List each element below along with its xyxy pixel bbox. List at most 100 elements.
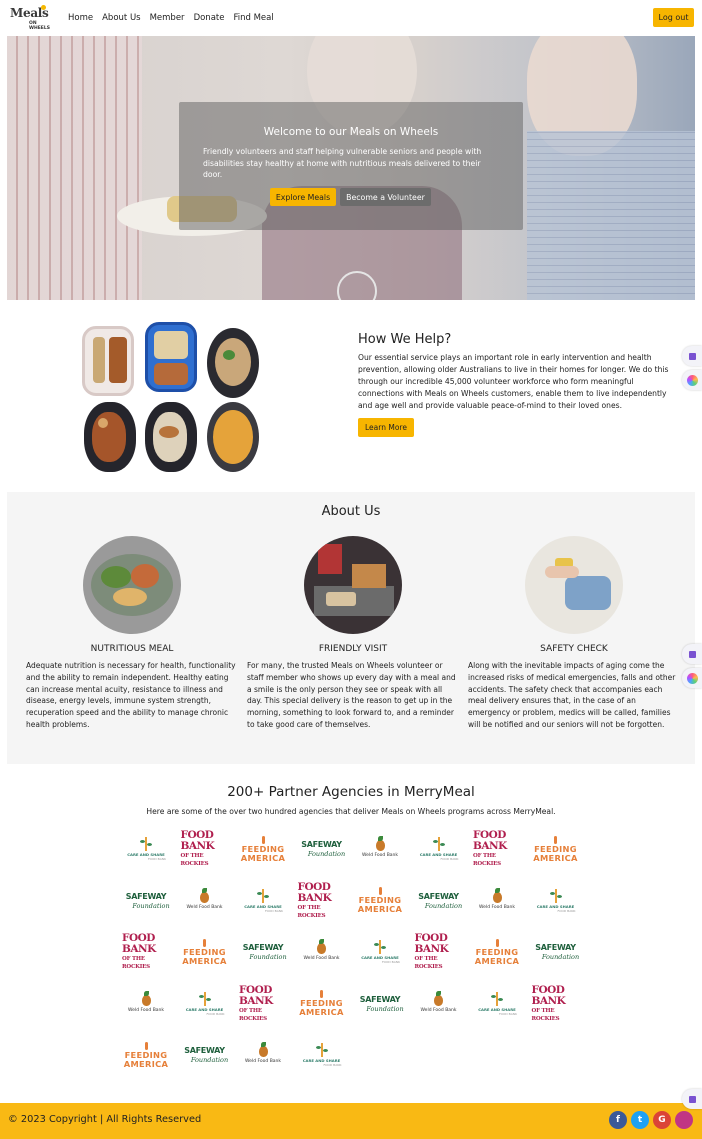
friendly-visit-heading: FRIENDLY VISIT <box>318 644 388 654</box>
hero-description: Friendly volunteers and staff helping vu… <box>203 147 482 179</box>
nav-link-donate[interactable]: Donate <box>194 13 225 23</box>
safeway-text: SAFEWAY <box>184 1046 225 1055</box>
meals-on-wheels-logo[interactable]: Meals ON WHEELS <box>10 5 58 31</box>
safeway-text: SAFEWAY <box>125 891 167 901</box>
side-reader-widget[interactable] <box>682 644 702 664</box>
weld-food-bank-text: Weld Food Bank <box>244 1059 281 1064</box>
america-text: AMERICA <box>357 904 403 914</box>
partner-logo-foodbank: FOOD BANK OF THE ROCKIES <box>298 880 346 922</box>
hero-overlay-card: Welcome to our Meals on Wheels Friendly … <box>179 102 523 230</box>
partner-logo-care: CARE AND SHARE FOOD BANK <box>415 828 463 870</box>
america-text: AMERICA <box>240 852 286 863</box>
partner-logo-feeding: FEEDING AMERICA <box>239 828 287 870</box>
nav-link-member[interactable]: Member <box>150 13 185 23</box>
partner-logo-foodbank: FOOD BANK OF THE ROCKIES <box>181 828 229 870</box>
nav-links: Home About Us Member Donate Find Meal <box>68 13 274 23</box>
care-and-share-icon <box>549 888 562 903</box>
partner-logo-care: CARE AND SHARE FOOD BANK <box>473 983 521 1025</box>
copyright-text: © 2023 Copyright | All Rights Reserved <box>8 1114 202 1125</box>
book-icon <box>688 1095 696 1103</box>
partner-logo-weld: Weld Food Bank <box>239 1034 287 1076</box>
weld-pumpkin-icon <box>258 1042 268 1057</box>
side-ai-widget[interactable] <box>682 370 702 390</box>
weld-food-bank-text: Weld Food Bank <box>361 853 398 858</box>
weld-pumpkin-icon <box>434 990 443 1006</box>
hero-title: Welcome to our Meals on Wheels <box>263 126 439 138</box>
about-us-section: About Us NUTRITIOUS MEAL Adequate nutrit… <box>7 492 695 764</box>
google-icon[interactable]: G <box>653 1111 671 1129</box>
care-and-share-subtext: FOOD BANK <box>440 857 459 861</box>
food-bank-text: FOOD BANK <box>473 829 507 852</box>
care-and-share-subtext: FOOD BANK <box>147 857 166 861</box>
partner-logo-feeding: FEEDING AMERICA <box>532 828 580 870</box>
learn-more-button[interactable]: Learn More <box>358 418 414 437</box>
logo-subtext: ON WHEELS <box>29 21 50 31</box>
safety-check-image <box>525 536 623 634</box>
foundation-text: Foundation <box>424 901 463 910</box>
meal-trays-image <box>82 322 262 474</box>
facebook-glyph: f <box>616 1115 620 1125</box>
twitter-glyph: t <box>637 1115 643 1125</box>
care-and-share-icon <box>257 888 269 903</box>
logout-button[interactable]: Log out <box>653 8 694 27</box>
of-the-rockies-text: OF THE ROCKIES <box>414 956 443 970</box>
weld-pumpkin-icon <box>317 939 326 954</box>
top-navbar: Meals ON WHEELS Home About Us Member Don… <box>0 0 702 36</box>
partner-logo-care: CARE AND SHARE FOOD BANK <box>239 880 287 922</box>
care-and-share-icon <box>374 940 386 954</box>
partner-logo-safeway: SAFEWAY Foundation <box>298 828 346 870</box>
america-text: AMERICA <box>123 1058 169 1069</box>
twitter-icon[interactable]: t <box>631 1111 649 1129</box>
foundation-text: Foundation <box>249 953 287 961</box>
nav-link-find-meal[interactable]: Find Meal <box>233 13 273 23</box>
partner-logo-safeway: SAFEWAY Foundation <box>181 1034 229 1076</box>
book-icon <box>688 650 696 658</box>
partner-logo-safeway: SAFEWAY Foundation <box>356 983 404 1025</box>
hero-photo-volunteer-sleeve <box>7 36 142 300</box>
partner-logo-foodbank: FOOD BANK OF THE ROCKIES <box>239 983 287 1025</box>
nutritious-meal-image <box>83 536 181 634</box>
side-reader-widget[interactable] <box>682 1089 702 1109</box>
facebook-icon[interactable]: f <box>609 1111 627 1129</box>
safeway-text: SAFEWAY <box>359 994 401 1004</box>
nav-link-home[interactable]: Home <box>68 13 93 23</box>
partner-logo-care: CARE AND SHARE FOOD BANK <box>122 828 170 870</box>
care-and-share-subtext: FOOD BANK <box>381 960 400 964</box>
partner-logo-feeding: FEEDING AMERICA <box>473 931 521 973</box>
america-text: AMERICA <box>182 955 227 966</box>
partner-logo-feeding: FEEDING AMERICA <box>298 983 346 1025</box>
food-bank-text: FOOD BANK <box>239 983 273 1007</box>
safety-check-heading: SAFETY CHECK <box>540 644 608 654</box>
nav-link-about-us[interactable]: About Us <box>102 13 140 23</box>
explore-meals-button[interactable]: Explore Meals <box>270 188 336 206</box>
wheat-icon <box>261 835 265 844</box>
of-the-rockies-text: OF THE ROCKIES <box>239 1007 267 1022</box>
side-reader-widget[interactable] <box>682 346 702 366</box>
of-the-rockies-text: OF THE ROCKIES <box>297 904 326 919</box>
nutritious-meal-text: Adequate nutrition is necessary for heal… <box>26 661 236 729</box>
partners-subtitle: Here are some of the over two hundred ag… <box>146 807 556 816</box>
partner-logo-weld: Weld Food Bank <box>122 983 170 1025</box>
footer: © 2023 Copyright | All Rights Reserved f… <box>0 1103 702 1139</box>
nutritious-meal-heading: NUTRITIOUS MEAL <box>90 644 174 654</box>
friendly-visit-text: For many, the trusted Meals on Wheels vo… <box>247 661 456 729</box>
weld-pumpkin-icon <box>375 836 385 851</box>
logo-wheel-dot <box>41 5 46 10</box>
weld-pumpkin-icon <box>141 990 151 1006</box>
wheat-icon <box>495 938 499 947</box>
side-ai-widget[interactable] <box>682 668 702 688</box>
foundation-text: Foundation <box>541 953 580 961</box>
instagram-icon[interactable] <box>675 1111 693 1129</box>
partner-logo-weld: Weld Food Bank <box>356 828 404 870</box>
safeway-text: SAFEWAY <box>301 840 342 849</box>
weld-food-bank-text: Weld Food Bank <box>478 904 515 910</box>
become-volunteer-button[interactable]: Become a Volunteer <box>340 188 431 206</box>
partner-logo-safeway: SAFEWAY Foundation <box>239 931 287 973</box>
partner-logo-feeding: FEEDING AMERICA <box>356 880 404 922</box>
brain-icon <box>686 672 698 684</box>
partner-logo-foodbank: FOOD BANK OF THE ROCKIES <box>122 931 170 973</box>
wheat-icon <box>378 887 382 895</box>
of-the-rockies-text: OF THE ROCKIES <box>180 853 209 867</box>
care-and-share-icon <box>140 837 152 851</box>
care-and-share-subtext: FOOD BANK <box>557 908 576 913</box>
